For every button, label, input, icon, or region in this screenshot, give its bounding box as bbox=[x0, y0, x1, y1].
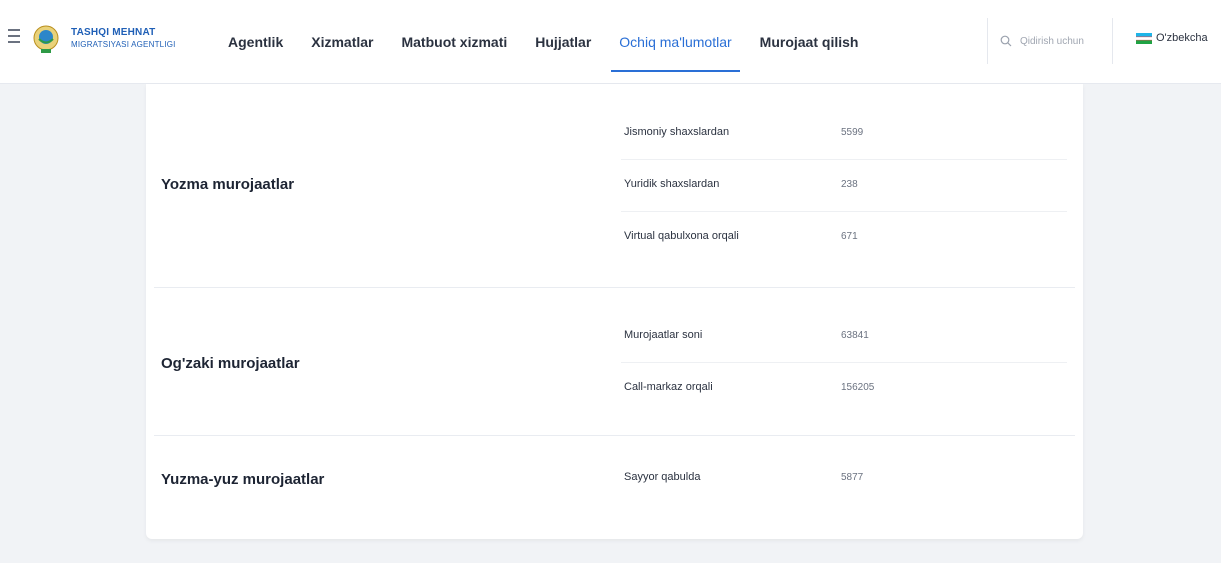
row-value: 5877 bbox=[841, 472, 864, 483]
language-selector[interactable]: O'zbekcha bbox=[1136, 32, 1208, 44]
table-row: Call-markaz orqali 156205 bbox=[621, 363, 1067, 415]
row-label: Call-markaz orqali bbox=[624, 381, 713, 393]
table-row: Murojaatlar soni 63841 bbox=[621, 311, 1067, 363]
nav-item-hujjatlar[interactable]: Hujjatlar bbox=[535, 0, 591, 84]
row-label: Jismoniy shaxslardan bbox=[624, 126, 730, 138]
row-value: 156205 bbox=[841, 382, 875, 393]
appeals-statistics-card: Yozma murojaatlar Jismoniy shaxslardan 5… bbox=[146, 84, 1083, 539]
search-input[interactable] bbox=[1018, 34, 1102, 48]
group-label: Og'zaki murojaatlar bbox=[161, 355, 300, 372]
logo-subtitle: MIGRATSIYASI AGENTLIGI bbox=[71, 40, 176, 49]
group-label: Yozma murojaatlar bbox=[161, 176, 295, 193]
state-emblem-icon[interactable] bbox=[33, 24, 59, 54]
row-value: 671 bbox=[841, 231, 858, 242]
nav-item-murojaat-qilish[interactable]: Murojaat qilish bbox=[760, 0, 859, 84]
row-value: 238 bbox=[841, 179, 858, 190]
row-label: Murojaatlar soni bbox=[624, 329, 703, 341]
row-label: Sayyor qabulda bbox=[624, 471, 701, 483]
group-oral-appeals: Og'zaki murojaatlar Murojaatlar soni 638… bbox=[154, 287, 1075, 436]
nav-item-xizmatlar[interactable]: Xizmatlar bbox=[311, 0, 373, 84]
search-icon[interactable] bbox=[1000, 35, 1012, 47]
main-navigation: Agentlik Xizmatlar Matbuot xizmati Hujja… bbox=[228, 0, 886, 84]
nav-item-matbuot-xizmati[interactable]: Matbuot xizmati bbox=[401, 0, 507, 84]
table-row: Jismoniy shaxslardan 5599 bbox=[621, 108, 1067, 160]
row-value: 5599 bbox=[841, 127, 864, 138]
group-label: Yuzma-yuz murojaatlar bbox=[161, 471, 325, 488]
table-row: Sayyor qabulda 5877 bbox=[621, 453, 1067, 505]
nav-item-agentlik[interactable]: Agentlik bbox=[228, 0, 283, 84]
row-value: 63841 bbox=[841, 330, 869, 341]
group-face-to-face-appeals: Yuzma-yuz murojaatlar Sayyor qabulda 587… bbox=[154, 435, 1075, 539]
search-box[interactable] bbox=[987, 18, 1113, 64]
uzbekistan-flag-icon bbox=[1136, 32, 1152, 44]
table-row: Virtual qabulxona orqali 671 bbox=[621, 212, 1067, 264]
top-navigation-bar: TASHQI MEHNAT MIGRATSIYASI AGENTLIGI Age… bbox=[0, 0, 1221, 84]
group-written-appeals: Yozma murojaatlar Jismoniy shaxslardan 5… bbox=[154, 84, 1075, 288]
row-label: Virtual qabulxona orqali bbox=[624, 230, 739, 242]
nav-item-ochiq-malumotlar[interactable]: Ochiq ma'lumotlar bbox=[611, 0, 741, 84]
language-label: O'zbekcha bbox=[1156, 32, 1208, 44]
table-row: Yuridik shaxslardan 238 bbox=[621, 160, 1067, 212]
row-label: Yuridik shaxslardan bbox=[624, 178, 720, 190]
agency-logo[interactable]: TASHQI MEHNAT MIGRATSIYASI AGENTLIGI bbox=[71, 28, 176, 49]
menu-icon[interactable] bbox=[8, 29, 20, 45]
logo-title: TASHQI MEHNAT bbox=[71, 27, 156, 38]
